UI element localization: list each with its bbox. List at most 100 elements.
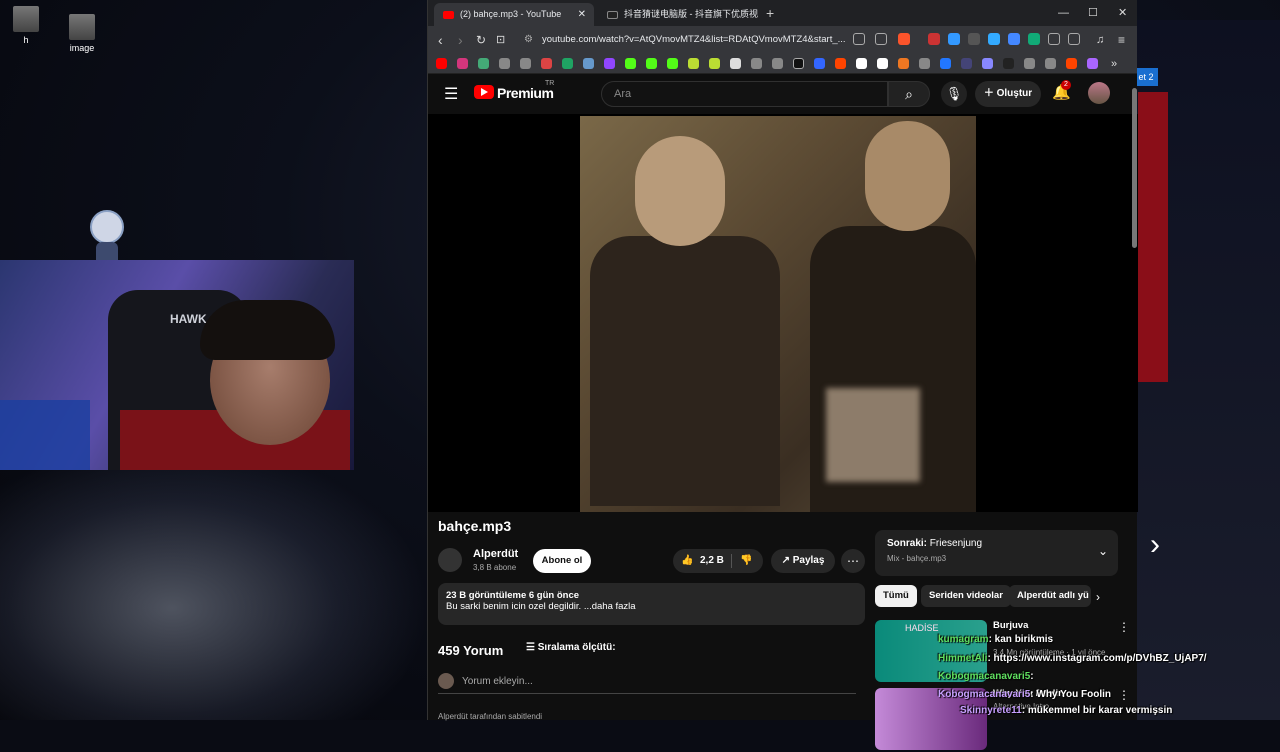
avatar[interactable] [1088,82,1110,104]
extension-icon[interactable] [928,33,940,45]
share-button[interactable]: ↗ Paylaş [771,549,835,573]
chevron-right-icon[interactable]: › [1096,590,1100,604]
forward-icon[interactable]: › [458,30,463,50]
like-count[interactable]: 2,2 B [700,549,724,573]
sidebar-icon[interactable] [1068,33,1080,45]
url-field[interactable]: ⚙ youtube.com/watch?v=AtQVmovMTZ4&list=RD… [514,30,846,50]
premium-logo[interactable]: Premium [497,85,554,101]
page-scrollbar[interactable] [1132,88,1137,248]
bookmark-icon[interactable] [709,58,720,69]
subscribe-button[interactable]: Abone ol [533,549,591,573]
extension-icon[interactable] [1028,33,1040,45]
extension-icon[interactable] [988,33,1000,45]
bookmark-icon[interactable] [856,58,867,69]
tab-youtube[interactable]: (2) bahçe.mp3 - YouTube ✕ [434,3,594,26]
bookmark-icon[interactable] [919,58,930,69]
bookmark-icon[interactable] [940,58,951,69]
puzzle-icon[interactable] [1048,33,1060,45]
menu-icon[interactable]: ≡ [1118,30,1125,50]
playlist-icon[interactable]: ♫ [1096,30,1104,50]
bookmark-icon[interactable] [1045,58,1056,69]
extension-icon[interactable] [948,33,960,45]
sort-icon: ☰ [526,642,538,653]
bookmark-icon[interactable] [1003,58,1014,69]
bookmark-kick-icon[interactable] [646,58,657,69]
maximize-icon[interactable]: ☐ [1088,3,1098,23]
sort-button[interactable]: ☰ Sıralama ölçütü: [526,642,616,653]
hamburger-menu-icon[interactable]: ☰ [444,84,458,104]
bookmark-icon[interactable] [961,58,972,69]
bookmark-icon[interactable] [688,58,699,69]
bookmark-youtube-icon[interactable] [436,58,447,69]
channel-avatar[interactable] [438,548,462,572]
thumbs-down-icon[interactable]: 👎 [740,549,752,573]
bookmark-kick-icon[interactable] [625,58,636,69]
bookmark-icon[interactable] [1066,58,1077,69]
bookmark-icon[interactable] [1087,58,1098,69]
microphone-icon[interactable]: 🎙 [941,81,967,107]
channel-name[interactable]: Alperdüt [473,548,518,560]
bookmark-icon[interactable] [583,58,594,69]
address-bar-row: ‹ › ↻ ⊡ ⚙ youtube.com/watch?v=AtQVmovMTZ4… [428,26,1137,54]
extension-icon[interactable] [968,33,980,45]
search-icon[interactable]: ⌕ [888,81,930,107]
chip-all[interactable]: Tümü [875,585,917,607]
more-vert-icon[interactable]: ⋮ [1118,688,1130,702]
thumbs-up-icon[interactable]: 👍 [681,549,693,573]
bookmark-icon[interactable] [520,58,531,69]
brave-shield-icon[interactable] [898,33,910,45]
more-bookmarks-icon[interactable]: » [1111,54,1117,74]
bookmark-reddit-icon[interactable] [835,58,846,69]
tab-douyin[interactable]: 抖音猜谜电脑版 - 抖音旗下优质视频 [598,3,758,26]
more-vert-icon[interactable]: ⋮ [1118,620,1130,634]
chip-series[interactable]: Seriden videolar [921,585,1011,607]
video-player[interactable] [428,114,1138,512]
bookmark-icon[interactable] [898,58,909,69]
extension-icon[interactable] [1008,33,1020,45]
bookmark-icon[interactable] [772,58,783,69]
bookmark-icon[interactable] [877,58,888,69]
search-input[interactable]: Ara [601,81,888,107]
bookmark-icon[interactable]: ⊡ [496,30,505,50]
chevron-down-icon[interactable]: ⌄ [1098,544,1108,558]
webcam-overlay: HAWK [0,260,354,470]
bookmark-icon[interactable] [814,58,825,69]
up-next-panel[interactable]: Sonraki: Friesenjung Mix - bahçe.mp3 ⌄ [875,530,1118,576]
minimize-icon[interactable]: — [1058,3,1069,23]
add-comment-field[interactable]: Yorum ekleyin... [438,673,856,694]
bookmark-instagram-icon[interactable] [457,58,468,69]
bookmark-twitch-icon[interactable] [604,58,615,69]
reload-icon[interactable]: ↻ [476,30,486,50]
cast-icon[interactable] [853,33,865,45]
bookmark-icon[interactable] [730,58,741,69]
description-box[interactable]: 23 B görüntüleme 6 gün önce Bu sarki ben… [438,583,865,625]
bookmark-gmail-icon[interactable] [541,58,552,69]
bookmark-icon[interactable] [478,58,489,69]
browser-window: (2) bahçe.mp3 - YouTube ✕ 抖音猜谜电脑版 - 抖音旗下优… [427,0,1138,750]
new-tab-button[interactable]: + [766,3,774,23]
share-page-icon[interactable] [875,33,887,45]
youtube-logo-icon[interactable] [474,85,494,99]
bookmark-icon[interactable] [982,58,993,69]
bookmark-drive-icon[interactable] [562,58,573,69]
desktop-icon-h[interactable]: h [6,6,46,45]
like-dislike-group: 👍 2,2 B 👎 [673,549,763,573]
chip-channel[interactable]: Alperdüt adlı yü [1009,585,1091,607]
bookmark-icon[interactable] [499,58,510,69]
site-info-icon[interactable]: ⚙ [524,30,533,50]
chat-message: kumagram: kan birikmis [938,634,1054,645]
bookmark-icon[interactable] [1024,58,1035,69]
create-button[interactable]: ＋ Oluştur [975,81,1041,107]
back-icon[interactable]: ‹ [438,30,443,50]
bookmark-x-icon[interactable] [793,58,804,69]
youtube-header: ☰ Premium TR Ara ⌕ 🎙 ＋ Oluştur 🔔 2 [428,74,1137,114]
bookmark-kick-icon[interactable] [667,58,678,69]
chevron-right-icon[interactable]: › [1150,528,1160,562]
chair-brand: HAWK [170,312,207,326]
more-actions-icon[interactable]: ⋯ [841,549,865,573]
desktop-icon-image[interactable]: image [62,14,102,53]
close-window-icon[interactable]: ✕ [1118,3,1127,23]
tab-strip: (2) bahçe.mp3 - YouTube ✕ 抖音猜谜电脑版 - 抖音旗下优… [428,0,1137,26]
close-tab-icon[interactable]: ✕ [578,3,586,26]
bookmark-icon[interactable] [751,58,762,69]
